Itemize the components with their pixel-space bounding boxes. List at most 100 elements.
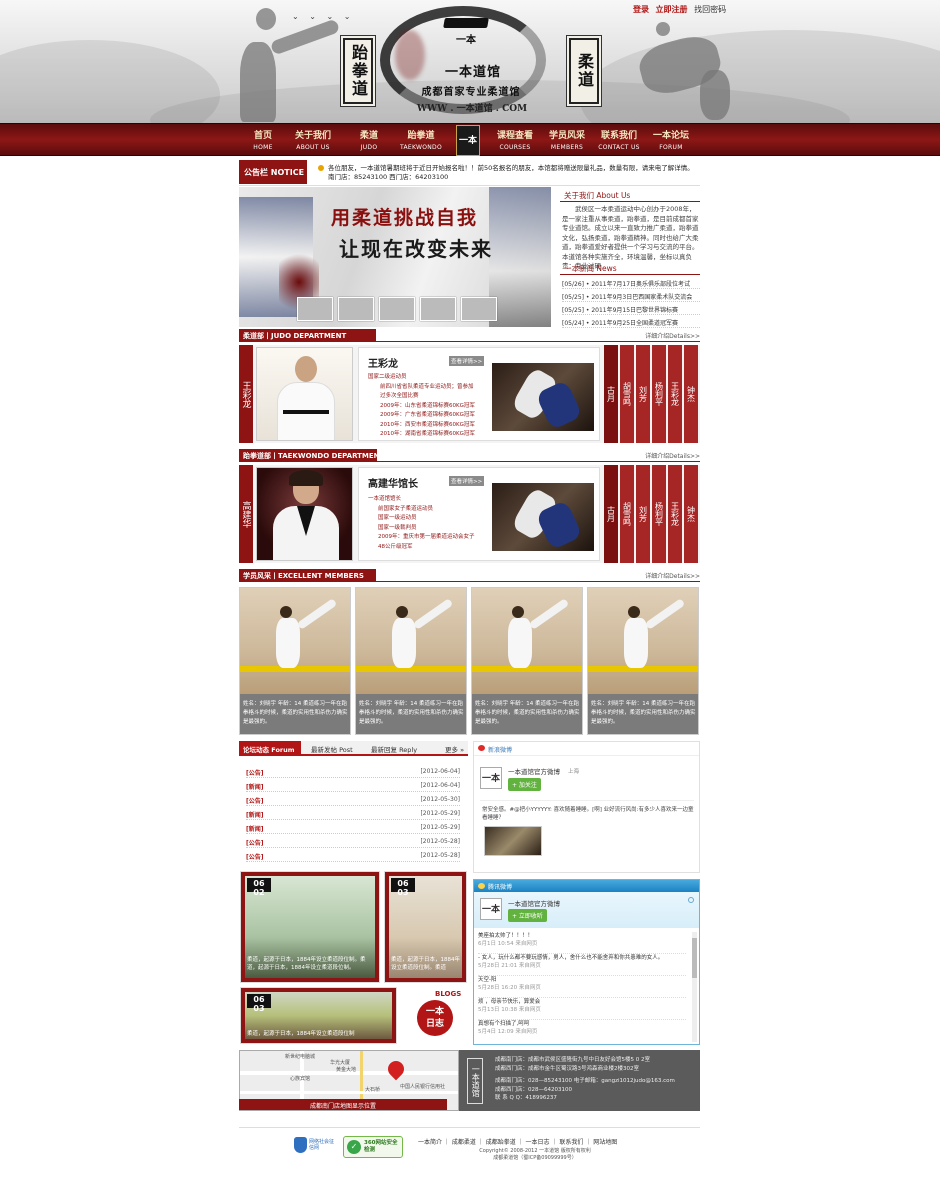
photo-panel[interactable]: 06 03 柔道，起源于日本，1884年设立柔道段位制 — [241, 988, 396, 1043]
coach-photo — [256, 347, 353, 441]
news-heading[interactable]: 一本新闻 News — [560, 261, 700, 275]
coach-vertical-name: 高建华 — [239, 465, 253, 563]
coach-tab[interactable]: 王彩龙 — [668, 345, 682, 443]
taekwondo-department: 高建华 高建华馆长 查看详情>> 一本道馆馆长 前国家女子柔道运动员 国家一级运… — [239, 465, 700, 563]
security-badge[interactable]: ✓ 360网站安全检测 — [343, 1136, 403, 1158]
member-caption: 姓名：刘晓宇 年龄：14 柔道练习一年在跆拳格斗的时候，柔道的实用性和杀伤力确实… — [359, 701, 464, 725]
register-link[interactable]: 立即注册 — [656, 5, 688, 14]
blogs-badge[interactable]: BLOGS 一本日志 — [403, 988, 465, 1043]
nav-about[interactable]: 关于我们 ABOUT US — [288, 128, 338, 151]
coach-tab[interactable]: 古月 — [604, 465, 618, 563]
weibo-follow-button[interactable]: + 加关注 — [508, 778, 541, 791]
tencent-weibo-widget: 腾讯微博 一本 一本道馆官方微博 + 立即收听 美座拍太帅了！！！！ 6月1日 1… — [473, 879, 700, 1045]
member-card[interactable]: 姓名：刘晓宇 年龄：14 柔道练习一年在跆拳格斗的时候，柔道的实用性和杀伤力确实… — [587, 587, 699, 735]
footer-link[interactable]: 网站地图 — [593, 1139, 617, 1146]
banner-thumb-3[interactable] — [379, 297, 415, 321]
banner-thumb-4[interactable] — [420, 297, 456, 321]
forgot-password-link[interactable]: 找回密码 — [694, 5, 726, 14]
forum-more-link[interactable]: 更多 » — [441, 741, 464, 754]
news-item[interactable]: [05/26] • 2011年7月17日奥乐俱乐部段位考试 — [562, 277, 700, 289]
forum-row[interactable]: [公告] [2012-05-28] — [246, 835, 460, 848]
tab-reply[interactable]: 最新回复 Reply — [367, 741, 417, 754]
map-label: 新世纪电脑城 — [285, 1054, 316, 1060]
map-pin-icon[interactable] — [384, 1057, 408, 1081]
taekwondo-details-link[interactable]: 详细介绍Details>> — [645, 451, 700, 460]
tencent-account[interactable]: 一本道馆官方微博 — [508, 898, 560, 908]
coach-tab[interactable]: 杨利平 — [652, 345, 666, 443]
contact-line: 成都西门店：028—64203100 — [495, 1086, 572, 1093]
map-label: 心族宾馆 — [290, 1076, 311, 1082]
tencent-post: 美座拍太帅了！！！！ 6月1日 10:54 来自网页 — [478, 932, 686, 954]
nav-forum[interactable]: 一本论坛 FORUM — [646, 128, 696, 151]
nav-judo[interactable]: 柔道 JUDO — [344, 128, 394, 151]
member-photo — [588, 588, 698, 694]
banner-thumb-2[interactable] — [338, 297, 374, 321]
banner-taekwondo: 跆拳道 — [343, 38, 373, 104]
notice-icon — [318, 165, 324, 171]
forum-row[interactable]: [公告] [2012-05-30] — [246, 793, 460, 806]
top-links: 登录 立即注册 找回密码 — [633, 4, 730, 15]
credit-badge[interactable]: 网络社会征信网 — [294, 1136, 334, 1158]
main-nav: 首页 HOME 关于我们 ABOUT US 柔道 JUDO 跆拳道 TAEKWONDO … — [0, 123, 940, 156]
forum-row[interactable]: [新闻] [2012-05-29] — [246, 807, 460, 820]
judo-details-link[interactable]: 详细介绍Details>> — [645, 331, 700, 340]
map-caption-bar[interactable]: 成都南门店地图显示位置 — [239, 1099, 447, 1110]
coach-tab[interactable]: 胡雪鸣 — [620, 465, 634, 563]
coach-bio: 一本道馆馆长 前国家女子柔道运动员 国家一级运动员 国家一级裁判员 2009年：… — [368, 496, 475, 550]
forum-row[interactable]: [公告] [2012-06-04] — [246, 765, 460, 778]
news-item[interactable]: [05/24] • 2011年9月25日全国柔道冠军赛 — [562, 316, 700, 328]
login-link[interactable]: 登录 — [633, 5, 649, 14]
member-card[interactable]: 姓名：刘晓宇 年龄：14 柔道练习一年在跆拳格斗的时候，柔道的实用性和杀伤力确实… — [355, 587, 467, 735]
coach-tab[interactable]: 钟杰 — [684, 345, 698, 443]
photo-panel[interactable]: 06 02 柔道，起源于日本，1884年设立柔道段位制。柔道，起源于日本，188… — [241, 872, 379, 982]
footer-link[interactable]: 成都跆拳道 — [486, 1139, 516, 1146]
tab-post[interactable]: 最新发帖 Post — [307, 741, 353, 754]
contact-line: 成都西门店：成都市金牛区蜀汉路3号鸿森商业楼2楼302室 — [495, 1065, 639, 1072]
member-card[interactable]: 姓名：刘晓宇 年龄：14 柔道练习一年在跆拳格斗的时候，柔道的实用性和杀伤力确实… — [239, 587, 351, 735]
forum-row[interactable]: [新闻] [2012-06-04] — [246, 779, 460, 792]
weibo-icon — [478, 745, 485, 751]
banner-thumb-5[interactable] — [461, 297, 497, 321]
coach-tab[interactable]: 杨利平 — [652, 465, 666, 563]
footer-link[interactable]: 一本日志 — [526, 1139, 550, 1146]
weibo-post-text: 常安全感。#@把小YYYYYY: 喜欢随着睡睡。[啊] 业好流行风尚:有多少人喜… — [482, 807, 694, 821]
coach-tab[interactable]: 刘芳 — [636, 465, 650, 563]
tencent-post: 烦 ，母亲节快乐，算爱会 5月13日 10:38 来自网页 — [478, 998, 686, 1020]
news-item[interactable]: [05/25] • 2011年9月3日巴西国家柔术队交流会 — [562, 290, 700, 302]
footer-link[interactable]: 联系我们 — [559, 1139, 583, 1146]
tencent-scrollbar[interactable] — [692, 932, 697, 1042]
contact-line: 成都南门店：028—85243100 电子邮箱：gangzi1012judo@1… — [495, 1078, 675, 1084]
forum-tabs: 论坛动态 Forum 最新发帖 Post 最新回复 Reply 更多 » — [239, 741, 468, 756]
weibo-account[interactable]: 一本道馆官方微博 — [508, 766, 560, 776]
nav-courses[interactable]: 课程查看 COURSES — [490, 128, 540, 151]
coach-tab[interactable]: 胡雪鸣 — [620, 345, 634, 443]
tencent-avatar[interactable]: 一本 — [480, 898, 502, 920]
coach-view-more[interactable]: 查看详情>> — [449, 476, 485, 486]
banner-thumb-1[interactable] — [297, 297, 333, 321]
tab-forum[interactable]: 论坛动态 Forum — [239, 741, 301, 754]
nav-taekwondo[interactable]: 跆拳道 TAEKWONDO — [396, 128, 446, 151]
coach-card: 王彩龙 查看详情>> 国家二级运动员 前四川省省队柔道专业运动员；曾参加 过多次… — [358, 347, 600, 441]
coach-view-more[interactable]: 查看详情>> — [449, 356, 485, 366]
coach-tab[interactable]: 王彩龙 — [668, 465, 682, 563]
member-card[interactable]: 姓名：刘晓宇 年龄：14 柔道练习一年在跆拳格斗的时候，柔道的实用性和杀伤力确实… — [471, 587, 583, 735]
coach-tab[interactable]: 钟杰 — [684, 465, 698, 563]
tencent-listen-button[interactable]: + 立即收听 — [508, 909, 547, 922]
about-heading[interactable]: 关于我们 About Us — [560, 188, 700, 202]
news-item[interactable]: [05/25] • 2011年9月15日巴黎世界锦标赛 — [562, 303, 700, 315]
coach-tab[interactable]: 古月 — [604, 345, 618, 443]
footer-link[interactable]: 一本简介 — [418, 1139, 442, 1146]
forum-row[interactable]: [公告] [2012-05-28] — [246, 849, 460, 862]
footer-link[interactable]: 成都柔道 — [452, 1139, 476, 1146]
settings-icon[interactable] — [688, 897, 694, 903]
forum-row[interactable]: [新闻] [2012-05-29] — [246, 821, 460, 834]
photo-panel[interactable]: 06 03 柔道，起源于日本，1884年设立柔道段位制。柔道 — [385, 872, 466, 982]
nav-members[interactable]: 学员风采 MEMBERS — [542, 128, 592, 151]
members-details-link[interactable]: 详细介绍Details>> — [645, 571, 700, 580]
nav-home[interactable]: 首页 HOME — [238, 128, 288, 151]
weibo-avatar[interactable]: 一本 — [480, 767, 502, 789]
weibo-post-image[interactable] — [484, 826, 542, 856]
nav-contact[interactable]: 联系我们 CONTACT US — [594, 128, 644, 151]
nav-logo[interactable]: 一本 — [456, 125, 480, 156]
coach-tab[interactable]: 刘芳 — [636, 345, 650, 443]
